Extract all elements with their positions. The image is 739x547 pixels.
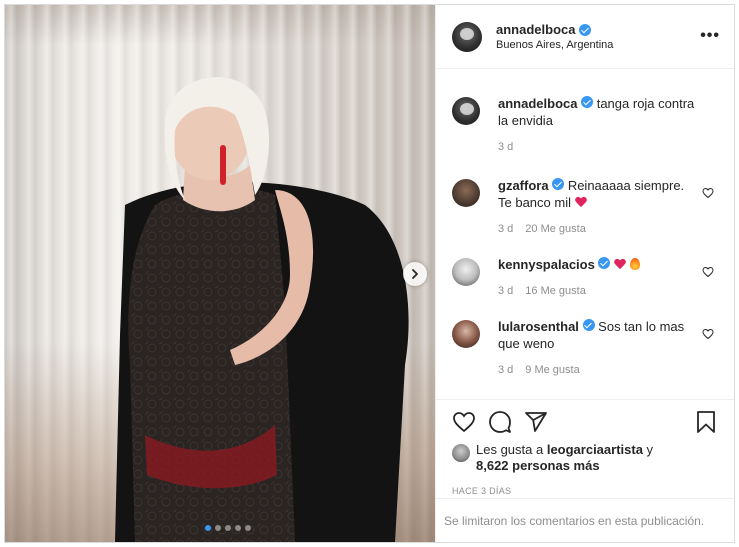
carousel-dot	[245, 525, 251, 531]
author-avatar[interactable]	[452, 21, 482, 52]
comment-likes[interactable]: 16 Me gusta	[525, 283, 586, 300]
post-header: annadelboca Buenos Aires, Argentina •••	[436, 5, 734, 69]
comment-avatar[interactable]	[452, 258, 480, 286]
comment-avatar[interactable]	[452, 97, 480, 125]
comment-icon[interactable]	[488, 410, 512, 434]
comment-avatar[interactable]	[452, 320, 480, 348]
verified-icon	[552, 178, 565, 190]
chevron-right-icon	[412, 269, 418, 279]
comment-time[interactable]: 3 d	[498, 139, 513, 156]
likes-prefix: Les gusta a	[476, 442, 547, 457]
comments-list: annadelboca tanga roja contra la envidia…	[436, 69, 734, 399]
carousel-dots	[205, 525, 251, 531]
carousel-dot	[215, 525, 221, 531]
carousel-dot	[235, 525, 241, 531]
verified-icon	[598, 257, 611, 269]
comment-item: gzaffora Reinaaaaa siempre. Te banco mil…	[452, 177, 718, 238]
comment-likes[interactable]: 20 Me gusta	[525, 221, 586, 238]
likes-middle: y	[642, 442, 654, 457]
comment-username[interactable]: annadelboca	[498, 96, 577, 111]
author-info: annadelboca Buenos Aires, Argentina	[496, 22, 613, 51]
post-actions: Les gusta a leogarciaartista y 8,622 per…	[436, 399, 734, 496]
comment-item: kennyspalacios 3 d 16 Me gusta	[452, 256, 718, 300]
post-photo[interactable]	[5, 5, 435, 542]
more-icon[interactable]: •••	[700, 27, 720, 45]
like-comment-heart-icon[interactable]	[702, 328, 714, 340]
photo-person	[115, 77, 409, 542]
caption: annadelboca tanga roja contra la envidia…	[452, 95, 718, 156]
post-modal: annadelboca Buenos Aires, Argentina ••• …	[4, 4, 735, 543]
carousel-next-button[interactable]	[403, 262, 427, 286]
heart-icon[interactable]	[452, 410, 476, 434]
post-location[interactable]: Buenos Aires, Argentina	[496, 39, 613, 51]
like-comment-heart-icon[interactable]	[702, 266, 714, 278]
verified-icon	[582, 319, 595, 331]
verified-icon	[581, 96, 594, 108]
bookmark-icon[interactable]	[694, 410, 718, 434]
comment-username[interactable]: gzaffora	[498, 178, 549, 193]
comment-time[interactable]: 3 d	[498, 283, 513, 300]
comment-username[interactable]: lularosenthal	[498, 319, 579, 334]
carousel-dot	[205, 525, 211, 531]
comment-username[interactable]: kennyspalacios	[498, 257, 595, 272]
fire-emoji-icon	[629, 258, 640, 270]
post-time-ago[interactable]: HACE 3 DÍAS	[452, 486, 718, 496]
red-heart-emoji-icon	[575, 197, 587, 208]
comment-time[interactable]: 3 d	[498, 362, 513, 379]
author-username-wrap[interactable]: annadelboca	[496, 22, 613, 37]
verified-icon	[579, 23, 592, 36]
comment-avatar[interactable]	[452, 179, 480, 207]
comment-item: lularosenthal Sos tan lo mas que weno 3 …	[452, 318, 718, 379]
post-sidebar: annadelboca Buenos Aires, Argentina ••• …	[435, 5, 734, 542]
liker-avatar[interactable]	[452, 444, 470, 462]
author-username[interactable]: annadelboca	[496, 22, 575, 37]
share-icon[interactable]	[524, 410, 548, 434]
likes-summary: Les gusta a leogarciaartista y 8,622 per…	[452, 442, 718, 474]
comment-likes[interactable]: 9 Me gusta	[525, 362, 579, 379]
comments-limited-text: Se limitaron los comentarios en esta pub…	[444, 513, 705, 528]
like-comment-heart-icon[interactable]	[702, 187, 714, 199]
red-heart-emoji-icon	[614, 259, 626, 270]
liker-username[interactable]: leogarciaartista	[547, 442, 643, 457]
action-icons	[452, 408, 718, 436]
carousel-dot	[225, 525, 231, 531]
comments-limited-notice: Se limitaron los comentarios en esta pub…	[436, 498, 734, 542]
likes-count[interactable]: 8,622 personas más	[476, 458, 600, 473]
comment-time[interactable]: 3 d	[498, 221, 513, 238]
